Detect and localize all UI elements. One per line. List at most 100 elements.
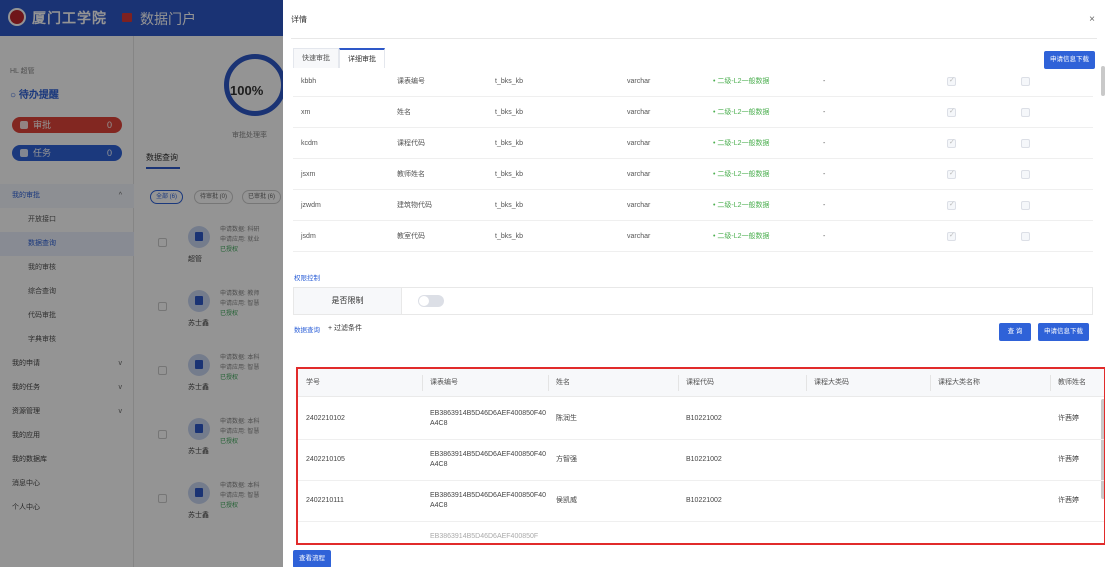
result-row: 2402210111 EB3863914B5D46D6AEF400850F40A4… xyxy=(298,481,1104,522)
field-restrict-checkbox[interactable] xyxy=(1021,201,1030,210)
add-filter-button[interactable]: + 过滤条件 xyxy=(328,323,362,333)
restrict-toggle[interactable] xyxy=(418,295,444,307)
result-row: 2402210102 EB3863914B5D46D6AEF400850F40A4… xyxy=(298,399,1104,440)
query-button[interactable]: 查 询 xyxy=(999,323,1031,341)
column-separator xyxy=(422,375,423,391)
close-icon[interactable]: × xyxy=(1089,14,1095,25)
result-cell: EB3863914B5D46D6AEF400850F40A4C8 xyxy=(430,451,546,468)
field-select-checkbox[interactable] xyxy=(947,138,956,148)
result-cell: B10221002 xyxy=(686,415,722,422)
column-separator xyxy=(678,375,679,391)
field-table: t_bks_kb xyxy=(495,109,524,116)
field-type: varchar xyxy=(627,233,651,240)
result-column-header: 课程大类名称 xyxy=(938,378,980,386)
field-name: 建筑物代码 xyxy=(397,202,432,209)
result-table-header: 学号 课表编号 姓名 课程代码 课程大类码 课程大类名称 教师姓名 xyxy=(298,369,1104,397)
field-level: • 二级-L2一般数据 xyxy=(713,78,770,85)
result-column-header: 课表编号 xyxy=(430,378,458,386)
field-name: 课表编号 xyxy=(397,78,425,85)
field-row: jzwdm 建筑物代码 t_bks_kb varchar • 二级-L2一般数据 - xyxy=(293,190,1093,221)
field-row: xm 姓名 t_bks_kb varchar • 二级-L2一般数据 - xyxy=(293,97,1093,128)
field-row: jsxm 教师姓名 t_bks_kb varchar • 二级-L2一般数据 - xyxy=(293,159,1093,190)
field-name: 教师姓名 xyxy=(397,171,425,178)
column-separator xyxy=(1050,375,1051,391)
field-restrict-checkbox[interactable] xyxy=(1021,77,1030,86)
result-cell: 侯凯威 xyxy=(556,497,577,504)
field-select-checkbox[interactable] xyxy=(947,76,956,86)
result-cell: 方智强 xyxy=(556,456,577,463)
field-name: 教室代码 xyxy=(397,233,425,240)
field-table: kbbh课表编号t_bks_kbvarchar• 二级-L2一般数据-xm姓名t… xyxy=(293,66,1093,262)
result-row: 2402210105 EB3863914B5D46D6AEF400850F40A4… xyxy=(298,440,1104,481)
field-dash: - xyxy=(823,233,826,240)
field-select-checkbox[interactable] xyxy=(947,107,956,117)
field-level: • 二级-L2一般数据 xyxy=(713,140,770,147)
field-restrict-checkbox[interactable] xyxy=(1021,108,1030,117)
query-section-title: 数据查询 xyxy=(294,327,320,334)
field-row: kbbh 课表编号 t_bks_kb varchar • 二级-L2一般数据 - xyxy=(293,66,1093,97)
result-cell: EB3863914B5D46D6AEF400850F40A4C8 xyxy=(430,492,546,509)
field-code: jsdm xyxy=(301,233,316,240)
permission-section-title: 权限控制 xyxy=(294,275,320,282)
result-cell: 2402210102 xyxy=(306,415,345,422)
field-select-checkbox[interactable] xyxy=(947,169,956,179)
field-type: varchar xyxy=(627,109,651,116)
field-code: xm xyxy=(301,109,311,116)
field-table: t_bks_kb xyxy=(495,202,524,209)
field-select-checkbox[interactable] xyxy=(947,200,956,210)
view-process-button[interactable]: 查看流程 xyxy=(293,550,331,567)
field-table-scrollbar[interactable] xyxy=(1101,66,1105,96)
field-code: kcdm xyxy=(301,140,318,147)
result-cell: B10221002 xyxy=(686,497,722,504)
field-level: • 二级-L2一般数据 xyxy=(713,109,770,116)
field-dash: - xyxy=(823,109,826,116)
field-restrict-checkbox[interactable] xyxy=(1021,139,1030,148)
field-dash: - xyxy=(823,171,826,178)
result-cell: B10221002 xyxy=(686,456,722,463)
field-table: t_bks_kb xyxy=(495,171,524,178)
result-cell: 许茜婷 xyxy=(1058,497,1079,504)
column-separator xyxy=(548,375,549,391)
tab-quick-approval[interactable]: 快速审批 xyxy=(293,48,339,68)
tab-detailed-approval[interactable]: 详细审批 xyxy=(339,48,385,68)
field-code: jsxm xyxy=(301,171,316,178)
result-cell: 许茜婷 xyxy=(1058,415,1079,422)
field-restrict-checkbox[interactable] xyxy=(1021,170,1030,179)
result-column-header: 姓名 xyxy=(556,378,570,386)
field-level: • 二级-L2一般数据 xyxy=(713,202,770,209)
permission-box: 是否限制 xyxy=(293,287,1093,315)
drawer-divider xyxy=(291,38,1097,39)
field-row: jsdm 教室代码 t_bks_kb varchar • 二级-L2一般数据 - xyxy=(293,221,1093,252)
field-code: jzwdm xyxy=(301,202,321,209)
field-select-checkbox[interactable] xyxy=(947,231,956,241)
field-dash: - xyxy=(823,202,826,209)
field-restrict-checkbox[interactable] xyxy=(1021,232,1030,241)
result-cell: 2402210105 xyxy=(306,456,345,463)
result-cell: 2402210111 xyxy=(306,497,344,504)
field-table: t_bks_kb xyxy=(495,140,524,147)
field-level: • 二级-L2一般数据 xyxy=(713,171,770,178)
result-cell: EB3863914B5D46D6AEF400850F40A4C8 xyxy=(430,410,546,427)
approval-tabs: 快速审批 详细审批 xyxy=(293,48,385,68)
result-column-header: 课程代码 xyxy=(686,378,714,386)
field-code: kbbh xyxy=(301,78,317,85)
column-separator xyxy=(930,375,931,391)
partial-row-text: EB3863914B5D46D6AEF400850F xyxy=(430,533,539,540)
field-type: varchar xyxy=(627,171,651,178)
field-table: t_bks_kb xyxy=(495,233,524,240)
drawer-title: 详情 xyxy=(291,15,307,24)
field-table: t_bks_kb xyxy=(495,78,524,85)
result-column-header: 教师姓名 xyxy=(1058,378,1086,386)
result-column-header: 课程大类码 xyxy=(814,378,849,386)
column-separator xyxy=(806,375,807,391)
query-download-button[interactable]: 申请信息下载 xyxy=(1038,323,1089,341)
field-name: 姓名 xyxy=(397,109,411,116)
field-row: kcdm 课程代码 t_bks_kb varchar • 二级-L2一般数据 - xyxy=(293,128,1093,159)
field-dash: - xyxy=(823,140,826,147)
field-type: varchar xyxy=(627,202,651,209)
detail-drawer: 详情 × 快速审批 详细审批 申请信息下载 kbbh 课表编号 t_bks_kb va… xyxy=(283,0,1105,567)
restrict-label: 是否限制 xyxy=(294,288,402,314)
result-cell: 许茜婷 xyxy=(1058,456,1079,463)
field-type: varchar xyxy=(627,140,651,147)
result-cell: 陈润生 xyxy=(556,415,577,422)
